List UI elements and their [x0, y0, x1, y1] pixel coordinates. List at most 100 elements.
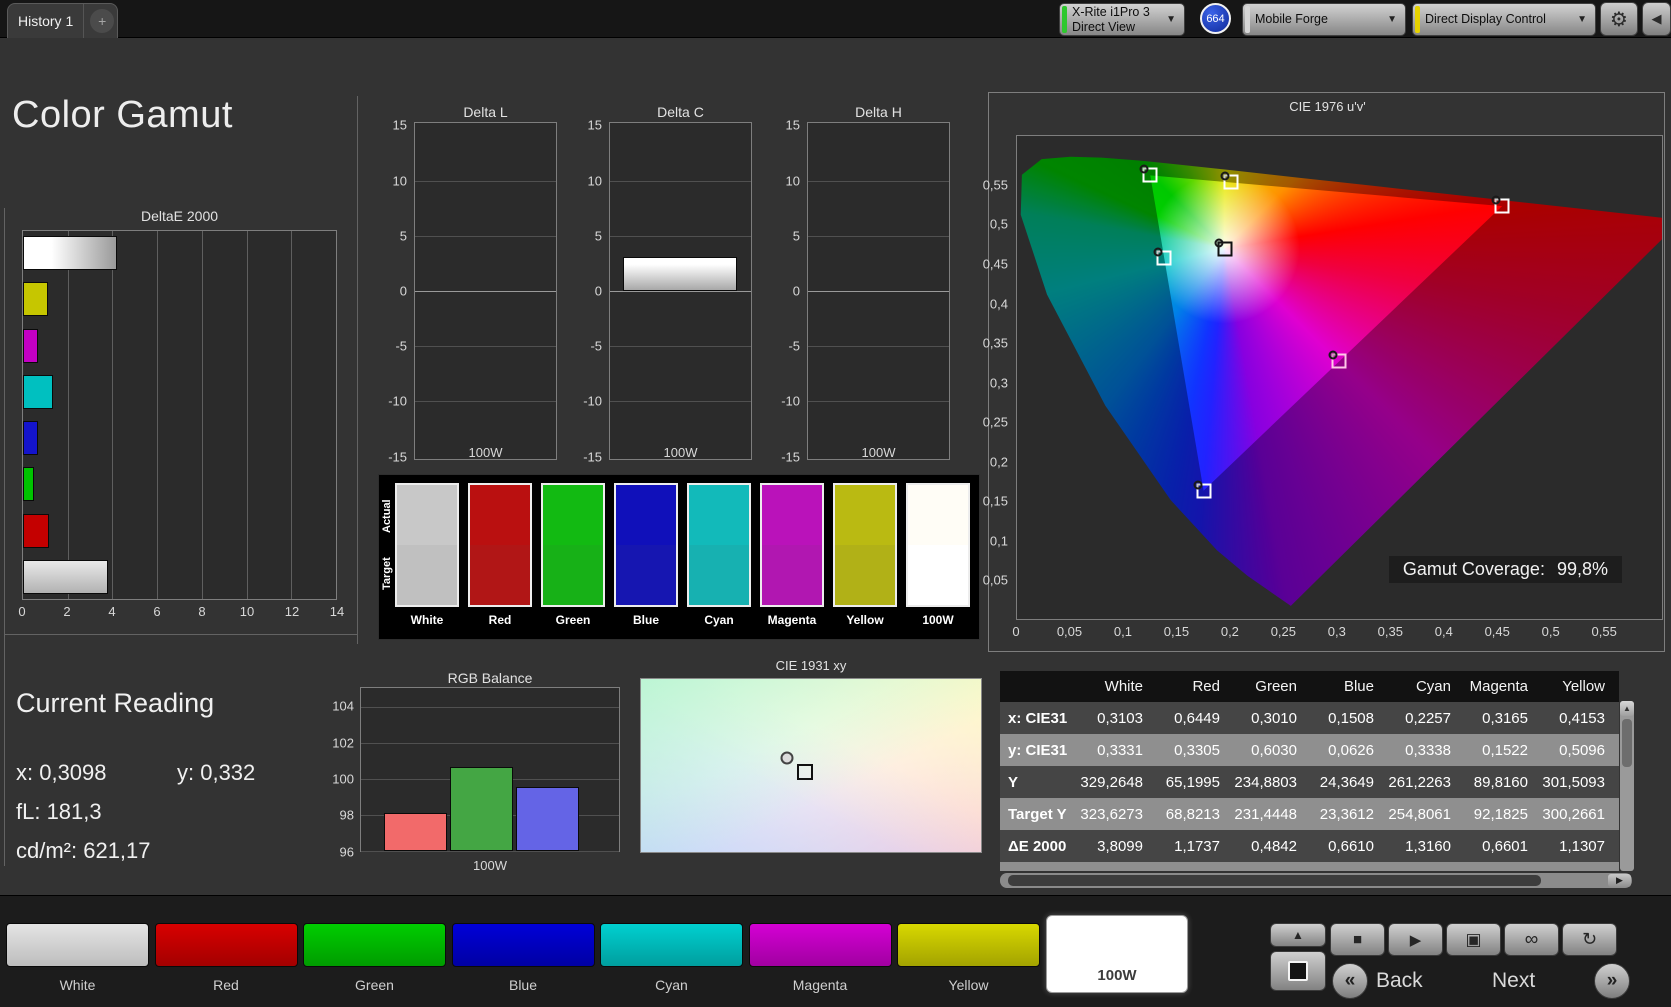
pattern-source-selector[interactable]: Mobile Forge ▼ — [1242, 3, 1406, 36]
axis-tick-label: 0 — [399, 283, 407, 299]
deltae2000-plot — [22, 230, 337, 600]
marker-red — [1491, 195, 1510, 214]
refresh-icon: ↻ — [1581, 929, 1598, 949]
bar-cyan — [23, 374, 53, 409]
axis-tick-label: 0 — [594, 283, 602, 299]
table-horizontal-scrollbar[interactable]: ▶ — [1000, 873, 1632, 888]
pattern-up-button[interactable]: ▲ — [1270, 923, 1326, 947]
pattern-button-white[interactable] — [6, 923, 149, 967]
table-vertical-scrollbar[interactable]: ▲ — [1620, 701, 1634, 871]
marker-cyan — [1153, 247, 1172, 266]
play-button[interactable]: ▶ — [1388, 923, 1443, 956]
row-label: Target Y — [1008, 805, 1067, 823]
gridline — [415, 400, 556, 402]
swatch-label: 100W — [922, 613, 954, 627]
axis-tick-label: -15 — [388, 449, 407, 465]
gridline — [415, 345, 556, 347]
swatch-blue — [614, 483, 678, 607]
swatch-actual — [397, 485, 457, 545]
axis-tick-label: 0,35 — [1377, 624, 1403, 639]
column-header: Green — [1255, 678, 1297, 695]
axis-tick-label: 104 — [332, 698, 354, 714]
bar-red — [23, 513, 50, 548]
top-bar: History 1 + X-Rite i1Pro 3 Direct View ▼… — [0, 0, 1671, 38]
swatch-label: Blue — [632, 613, 659, 627]
cell: 0,5096 — [1559, 741, 1605, 759]
swatch-label: Green — [555, 613, 591, 627]
stop-button[interactable]: ■ — [1330, 923, 1385, 956]
gear-icon: ⚙ — [1610, 8, 1628, 31]
bar-white — [23, 559, 109, 594]
settings-button[interactable]: ⚙ — [1600, 2, 1638, 36]
cell: 300,2661 — [1542, 805, 1605, 823]
table-row: x: CIE31 0,3103 0,6449 0,3010 0,1508 0,2257 0,… — [1000, 702, 1619, 734]
single-measure-button[interactable]: ▣ — [1446, 923, 1501, 956]
meter-selector[interactable]: X-Rite i1Pro 3 Direct View ▼ — [1059, 3, 1185, 36]
tab-history-1[interactable]: History 1 — [8, 4, 85, 38]
cell: 2,0062 — [1234, 870, 1311, 872]
deltaL-y-axis: 15 10 5 0 -5 -10 -15 — [381, 118, 409, 464]
gridline — [610, 291, 751, 292]
add-tab-button[interactable]: + — [90, 9, 115, 33]
refresh-button[interactable]: ↻ — [1562, 923, 1617, 956]
swatch-magenta — [760, 483, 824, 607]
next-button[interactable]: » — [1594, 963, 1630, 999]
cell: 0,6610 — [1328, 837, 1374, 855]
bar-green — [23, 467, 34, 502]
collapse-panel-button[interactable]: ◀ — [1642, 2, 1671, 36]
vertical-scroll-thumb[interactable] — [1622, 719, 1632, 767]
pattern-button-magenta[interactable] — [748, 923, 892, 967]
marker-dot — [1491, 195, 1501, 205]
meter-status-strip — [1062, 6, 1067, 33]
pattern-button-red[interactable] — [154, 923, 298, 967]
back-button[interactable]: « — [1332, 963, 1368, 999]
rgb-balance-y-axis: 104 102 100 98 96 — [320, 687, 356, 860]
panel-divider — [357, 96, 358, 644]
panel-divider — [4, 634, 357, 635]
cell: 0,4153 — [1559, 709, 1605, 727]
table-row: Target Y 323,6273 68,8213 231,4448 23,3612 25… — [1000, 798, 1619, 830]
axis-tick-label: 0 — [1012, 624, 1020, 639]
marker-yellow — [1220, 171, 1239, 190]
cell: 0,0626 — [1328, 741, 1374, 759]
cell: 234,8803 — [1234, 773, 1297, 791]
cie1931-plot — [640, 678, 982, 853]
axis-tick-label: -10 — [388, 393, 407, 409]
pattern-button-label: Blue — [508, 977, 538, 993]
chevron-down-icon: ▼ — [1577, 14, 1587, 25]
gridline — [808, 181, 949, 183]
bottom-bar: ▲ ■ ▶ ▣ ∞ ↻ ✱ « Back Next » WhiteRedGree — [0, 895, 1671, 1007]
scroll-right-icon[interactable]: ▶ — [1608, 874, 1631, 887]
bar-blue — [516, 786, 579, 851]
axis-tick-label: 96 — [339, 844, 354, 860]
swatch-label: White — [410, 613, 444, 627]
pattern-button-100w[interactable]: 100W — [1046, 915, 1188, 993]
pattern-window-button[interactable] — [1270, 951, 1326, 991]
axis-tick-label: 10 — [785, 173, 800, 189]
axis-tick-label: -5 — [788, 338, 800, 354]
rgb-balance-plot — [360, 687, 620, 852]
pattern-button-yellow[interactable] — [897, 923, 1040, 967]
deltaH-plot — [807, 122, 950, 460]
axis-tick-label: 0,4 — [989, 296, 1008, 312]
continuous-measure-button[interactable]: ∞ — [1504, 923, 1559, 956]
cell: 24,3649 — [1319, 773, 1374, 791]
axis-tick-label: 0,55 — [1591, 624, 1617, 639]
next-label[interactable]: Next — [1492, 969, 1535, 993]
horizontal-scroll-thumb[interactable] — [1008, 875, 1541, 886]
axis-tick-label: -15 — [583, 449, 602, 465]
display-control-selector[interactable]: Direct Display Control ▼ — [1412, 3, 1596, 36]
row-label: Y — [1008, 773, 1019, 791]
cell: 65,1995 — [1165, 773, 1220, 791]
pattern-button-green[interactable] — [303, 923, 446, 967]
source-name: Mobile Forge — [1255, 12, 1328, 26]
pattern-button-label: Cyan — [655, 977, 688, 993]
swatch-label: Magenta — [767, 613, 817, 627]
gridline — [157, 231, 159, 599]
reading-x-value: x: 0,3098 — [16, 760, 107, 785]
scroll-up-icon[interactable]: ▲ — [1620, 701, 1634, 716]
back-label[interactable]: Back — [1376, 969, 1423, 993]
marker-dot — [1139, 164, 1149, 174]
pattern-button-cyan[interactable] — [600, 923, 743, 967]
pattern-button-blue[interactable] — [451, 923, 595, 967]
